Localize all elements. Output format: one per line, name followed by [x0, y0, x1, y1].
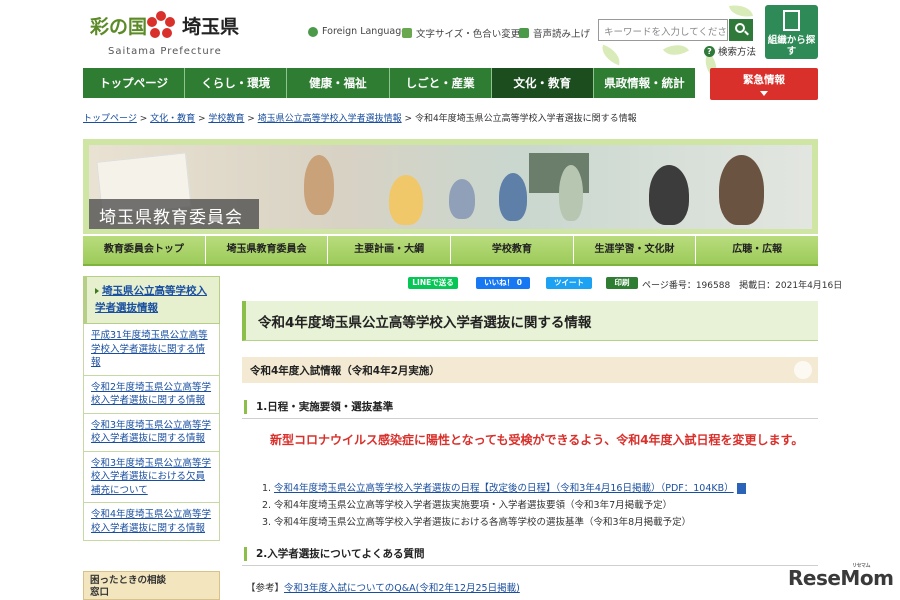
page-title: 令和4年度埼玉県公立高等学校入学者選抜に関する情報: [242, 301, 818, 341]
document-link[interactable]: 令和4年度埼玉県公立高等学校入学者選抜の日程【改定後の日程】（令和3年4月16日…: [274, 483, 734, 494]
global-nav-item[interactable]: トップページ: [83, 68, 186, 98]
sub-nav-item[interactable]: 主要計画・大綱: [328, 236, 452, 264]
page-meta: ページ番号：196588 掲載日：2021年4月16日: [642, 281, 843, 291]
search-button[interactable]: [729, 19, 753, 41]
education-sub-nav: 教育委員会トップ 埼玉県教育委員会 主要計画・大綱 学校教育 生涯学習・文化財 広聴・広報: [83, 236, 818, 266]
resemom-watermark-logo: ReseMom リセマム: [788, 563, 894, 590]
logo-subtitle: Saitama Prefecture: [108, 46, 222, 57]
document-list: 1. 令和4年度埼玉県公立高等学校入学者選抜の日程【改定後の日程】（令和3年4月1…: [262, 480, 818, 531]
breadcrumb-link[interactable]: 埼玉県公立高等学校入学者選抜情報: [258, 114, 402, 124]
sub-nav-item[interactable]: 埼玉県教育委員会: [206, 236, 329, 264]
side-nav-item[interactable]: 令和4年度埼玉県公立高等学校入学者選抜に関する情報: [83, 503, 220, 541]
side-nav-item-link[interactable]: 令和4年度埼玉県公立高等学校入学者選抜に関する情報: [91, 509, 211, 534]
list-item-text: 令和4年度埼玉県公立高等学校入学者選抜における各高等学校の選抜基準（令和3年8月…: [274, 517, 692, 528]
side-nav-item[interactable]: 平成31年度埼玉県公立高等学校入学者選抜に関する情報: [83, 324, 220, 376]
list-item-number: 1.: [262, 483, 272, 494]
question-icon: ?: [704, 45, 715, 57]
education-board-banner: 埼玉県教育委員会: [83, 139, 818, 234]
breadcrumb-current: 令和4年度埼玉県公立高等学校入学者選抜に関する情報: [414, 114, 637, 124]
urgent-info-label: 緊急情報: [743, 74, 785, 86]
breadcrumb-separator: >: [195, 114, 209, 124]
global-nav-item[interactable]: くらし・環境: [185, 68, 288, 98]
breadcrumb: トップページ > 文化・教育 > 学校教育 > 埼玉県公立高等学校入学者選抜情報…: [83, 111, 637, 124]
chevron-down-icon: [760, 91, 768, 96]
facebook-like-button[interactable]: いいね！ 0: [476, 277, 530, 289]
section-heading-text: 令和4年度入試情報（令和4年2月実施）: [250, 365, 440, 377]
help-consultation-label: 困ったときの相談窓口: [90, 575, 167, 598]
help-consultation-banner[interactable]: 困ったときの相談窓口: [83, 571, 220, 600]
side-nav-item[interactable]: 令和2年度埼玉県公立高等学校入学者選抜に関する情報: [83, 375, 220, 414]
voice-reading-label: 音声読み上げ: [533, 29, 591, 40]
leaf-decoration: [598, 44, 624, 66]
sub-nav-item[interactable]: 生涯学習・文化財: [574, 236, 697, 264]
leaf-decoration: [662, 38, 690, 62]
list-item-text: 令和4年度埼玉県公立高等学校入学者選抜実施要項・入学者選抜要領（令和3年7月掲載…: [274, 500, 673, 511]
breadcrumb-link[interactable]: トップページ: [83, 114, 137, 124]
breadcrumb-separator: >: [244, 114, 258, 124]
font-size-label: 文字サイズ・色合い変更: [416, 29, 521, 40]
voice-reading-link[interactable]: 音声読み上げ: [519, 26, 590, 40]
logo-name: 埼玉県: [182, 16, 240, 38]
reference-line: 【参考】令和3年度入試についてのQ&A(令和2年12月25日掲載): [246, 580, 520, 594]
arrow-right-icon: [95, 288, 99, 294]
font-size-color-link[interactable]: 文字サイズ・色合い変更: [402, 26, 520, 40]
sub-nav-item[interactable]: 教育委員会トップ: [83, 236, 206, 264]
foreign-language-link[interactable]: Foreign Language: [308, 26, 407, 37]
globe-icon: [308, 26, 318, 37]
global-nav: トップページ くらし・環境 健康・福祉 しごと・産業 文化・教育 県政情報・統計: [83, 68, 695, 98]
search-input[interactable]: キーワードを入力してください: [598, 19, 728, 41]
tweet-button[interactable]: ツイート: [546, 277, 592, 289]
side-nav-item-link[interactable]: 令和3年度埼玉県公立高等学校入学者選抜における欠員補充について: [91, 458, 211, 496]
list-item: 3. 令和4年度埼玉県公立高等学校入学者選抜における各高等学校の選抜基準（令和3年…: [262, 514, 818, 531]
urgent-info-button[interactable]: 緊急情報: [710, 68, 818, 100]
list-item: 1. 令和4年度埼玉県公立高等学校入学者選抜の日程【改定後の日程】（令和3年4月1…: [262, 480, 818, 497]
saitama-flower-icon: [147, 11, 175, 38]
font-size-icon: [402, 28, 412, 38]
pdf-icon: [736, 483, 746, 494]
reference-label: 【参考】: [246, 583, 285, 594]
line-share-button[interactable]: LINEで送る: [408, 277, 458, 289]
subsection-heading-schedule: 1.日程・実施要領・選抜基準: [242, 399, 818, 419]
global-nav-item[interactable]: 県政情報・統計: [594, 68, 695, 98]
subsection-heading-faq: 2.入学者選抜についてよくある質問: [242, 546, 818, 566]
list-item-number: 3.: [262, 517, 272, 528]
side-nav-item[interactable]: 令和3年度埼玉県公立高等学校入学者選抜に関する情報: [83, 413, 220, 452]
building-icon: [783, 10, 800, 31]
speaker-icon: [519, 28, 529, 38]
global-nav-item[interactable]: 文化・教育: [491, 68, 594, 98]
list-item-number: 2.: [262, 500, 272, 511]
leaf-decoration: [728, 2, 754, 20]
side-nav-item-link[interactable]: 令和2年度埼玉県公立高等学校入学者選抜に関する情報: [91, 382, 211, 407]
schedule-change-notice: 新型コロナウイルス感染症に陽性となっても受検ができるよう、令和4年度入試日程を変…: [270, 433, 804, 447]
reference-link[interactable]: 令和3年度入試についてのQ&A(令和2年12月25日掲載): [284, 583, 520, 594]
search-help-link[interactable]: ? 検索方法: [704, 44, 756, 58]
global-nav-item[interactable]: 健康・福祉: [287, 68, 390, 98]
side-nav-head-link[interactable]: 埼玉県公立高等学校入学者選抜情報: [95, 285, 207, 314]
side-nav: 埼玉県公立高等学校入学者選抜情報 平成31年度埼玉県公立高等学校入学者選抜に関す…: [83, 276, 220, 541]
list-item: 2. 令和4年度埼玉県公立高等学校入学者選抜実施要項・入学者選抜要領（令和3年7月…: [262, 497, 818, 514]
site-logo[interactable]: 彩の国 埼玉県 Saitama Prefecture: [90, 8, 250, 60]
logo-prefix: 彩の国: [90, 16, 148, 38]
breadcrumb-link[interactable]: 学校教育: [208, 114, 244, 124]
org-button-label: 組織から探す: [767, 35, 816, 57]
side-nav-item-link[interactable]: 平成31年度埼玉県公立高等学校入学者選抜に関する情報: [91, 330, 208, 368]
side-nav-item-link[interactable]: 令和3年度埼玉県公立高等学校入学者選抜に関する情報: [91, 420, 211, 445]
banner-title: 埼玉県教育委員会: [99, 208, 243, 228]
print-button[interactable]: 印刷: [606, 277, 638, 289]
global-nav-item[interactable]: しごと・産業: [390, 68, 492, 98]
sub-nav-item[interactable]: 広聴・広報: [696, 236, 818, 264]
flower-decoration-icon: [794, 361, 812, 379]
breadcrumb-separator: >: [401, 114, 415, 124]
search-help-label: 検索方法: [718, 47, 757, 58]
sub-nav-item[interactable]: 学校教育: [451, 236, 574, 264]
breadcrumb-separator: >: [136, 114, 151, 124]
search-by-organization-button[interactable]: 組織から探す: [765, 5, 818, 59]
breadcrumb-link[interactable]: 文化・教育: [150, 114, 195, 124]
foreign-language-label: Foreign Language: [322, 26, 408, 37]
side-nav-head[interactable]: 埼玉県公立高等学校入学者選抜情報: [83, 276, 220, 324]
side-nav-item[interactable]: 令和3年度埼玉県公立高等学校入学者選抜における欠員補充について: [83, 451, 220, 503]
section-heading: 令和4年度入試情報（令和4年2月実施）: [242, 357, 818, 383]
